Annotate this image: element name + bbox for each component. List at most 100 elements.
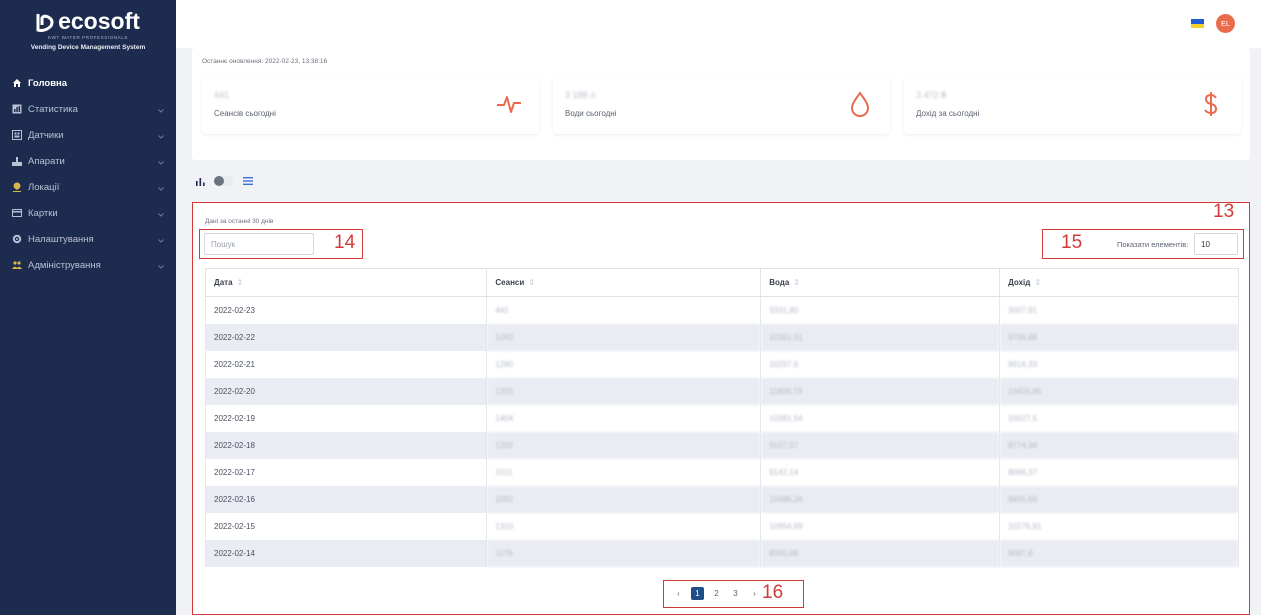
cell-date: 2022-02-15: [204, 512, 488, 540]
chevron-down-icon: [158, 105, 164, 116]
stat-value: 3 188 л: [565, 90, 596, 100]
table-row: 2022-02-17 1011 9142,14 8086,37: [204, 458, 1239, 486]
table-row: 2022-02-18 1202 9107,07 8774,34: [204, 431, 1239, 459]
sidebar-item-sensors[interactable]: Датчики: [0, 122, 176, 148]
cell-sessions: 1263: [486, 323, 762, 351]
cell-water: 10381,54: [760, 404, 1001, 432]
pagination-highlight: ‹ 1 2 3 › 16: [663, 580, 804, 608]
home-icon: [12, 78, 22, 88]
sidebar-item-label: Картки: [28, 207, 58, 219]
table-row: 2022-02-22 1263 10301,51 9756,88: [204, 323, 1239, 351]
stat-label: Сеансів сьогодні: [214, 109, 276, 118]
brand-tagline: KWT WATER PROFESSIONALS: [48, 35, 128, 40]
cell-date: 2022-02-16: [204, 485, 488, 513]
bar-chart-view-icon[interactable]: [196, 177, 205, 186]
chevron-down-icon: [158, 261, 164, 272]
search-input[interactable]: [204, 233, 314, 255]
gear-icon: [12, 234, 22, 244]
table-row: 2022-02-21 1280 10297,6 9916,33: [204, 350, 1239, 378]
sidebar-item-locations[interactable]: Локації: [0, 174, 176, 200]
stat-card-sessions: 441 Сеансів сьогодні: [202, 76, 539, 134]
column-header-sessions[interactable]: Сеанси ⇕: [486, 268, 762, 297]
top-bar: EL: [176, 0, 1261, 48]
data-table: Дата ⇕ Сеанси ⇕ Вода ⇕ Дохід ⇕ 2022-02-23 441…: [204, 268, 1239, 567]
cell-sessions: 1092: [486, 485, 762, 513]
sort-icon: ⇕: [793, 278, 801, 287]
cell-water: 10297,6: [760, 350, 1001, 378]
cell-water: 9142,14: [760, 458, 1001, 486]
ecosoft-logo: ecosoft: [0, 8, 176, 35]
cell-sessions: 1280: [486, 350, 762, 378]
cell-date: 2022-02-21: [204, 350, 488, 378]
pagination-page-2[interactable]: 2: [710, 587, 723, 600]
cell-income: 10027,5: [999, 404, 1239, 432]
sidebar-item-administration[interactable]: Адміністрування: [0, 252, 176, 278]
cell-income: 10415,85: [999, 377, 1239, 405]
cell-water: 11809,73: [760, 377, 1001, 405]
table-row: 2022-02-14 1176 8345,88 9087,8: [204, 539, 1239, 567]
brand-subtitle: Vending Device Management System: [30, 44, 146, 51]
stat-label: Дохід за сьогодні: [916, 109, 980, 118]
sidebar: ecosoft KWT WATER PROFESSIONALS Vending …: [0, 0, 176, 615]
chevron-down-icon: [158, 209, 164, 220]
sidebar-item-cards[interactable]: Картки: [0, 200, 176, 226]
cell-income: 10276,91: [999, 512, 1239, 540]
cell-income: 9916,33: [999, 350, 1239, 378]
sidebar-item-label: Датчики: [28, 129, 64, 141]
cell-income: 9087,8: [999, 539, 1239, 567]
user-avatar[interactable]: EL: [1216, 14, 1235, 33]
pagination: ‹ 1 2 3 ›: [672, 587, 761, 600]
last-update-text: Останнє оновлення: 2022-02-23, 13:38:16: [202, 58, 328, 65]
cell-income: 8774,34: [999, 431, 1239, 459]
search-highlight: 14: [199, 229, 363, 259]
sort-icon: ⇕: [236, 278, 244, 287]
sidebar-item-label: Головна: [28, 77, 68, 89]
stat-card-income: 3 472 ₴ Дохід за сьогодні: [904, 76, 1241, 134]
sidebar-item-statistics[interactable]: Статистика: [0, 96, 176, 122]
table-row: 2022-02-15 1310 10954,69 10276,91: [204, 512, 1239, 540]
table-row: 2022-02-20 1325 11809,73 10415,85: [204, 377, 1239, 405]
show-entries-label: Показати елементів:: [1117, 240, 1189, 249]
pagination-prev-button[interactable]: ‹: [672, 587, 685, 600]
pagination-next-button[interactable]: ›: [748, 587, 761, 600]
sidebar-item-settings[interactable]: Налаштування: [0, 226, 176, 252]
show-entries-select[interactable]: 10: [1194, 233, 1238, 255]
pagination-page-1[interactable]: 1: [691, 587, 704, 600]
chevron-down-icon: [158, 235, 164, 246]
column-header-water[interactable]: Вода ⇕: [760, 268, 1001, 297]
cell-date: 2022-02-17: [204, 458, 488, 486]
show-entries-highlight: 15 Показати елементів: 10: [1042, 229, 1244, 259]
machine-icon: [12, 156, 22, 166]
stat-card-water: 3 188 л Води сьогодні: [553, 76, 890, 134]
table-view-icon[interactable]: [243, 177, 253, 185]
table-row: 2022-02-23 441 3331,90 3007,91: [204, 296, 1239, 324]
sidebar-item-machines[interactable]: Апарати: [0, 148, 176, 174]
main-content: Останнє оновлення: 2022-02-23, 13:38:16 …: [176, 48, 1261, 615]
column-header-income[interactable]: Дохід ⇕: [999, 268, 1239, 297]
chart-icon: [12, 104, 22, 114]
table-row: 2022-02-19 1404 10381,54 10027,5: [204, 404, 1239, 432]
sidebar-item-home[interactable]: Головна: [0, 70, 176, 96]
cell-income: 9805,69: [999, 485, 1239, 513]
annotation-marker-15: 15: [1061, 232, 1083, 253]
table-row: 2022-02-16 1092 10486,24 9805,69: [204, 485, 1239, 513]
ukraine-flag-icon[interactable]: [1191, 19, 1204, 28]
cell-sessions: 1325: [486, 377, 762, 405]
table-caption: Дані за останні 30 днів: [205, 218, 274, 225]
cell-sessions: 1310: [486, 512, 762, 540]
cell-sessions: 1404: [486, 404, 762, 432]
cell-date: 2022-02-23: [204, 296, 488, 324]
ecosoft-logo-mark-icon: [36, 13, 54, 32]
sidebar-item-label: Налаштування: [28, 233, 94, 245]
pagination-page-3[interactable]: 3: [729, 587, 742, 600]
sidebar-item-label: Статистика: [28, 103, 78, 115]
users-icon: [12, 260, 22, 270]
view-toggle: [196, 176, 253, 186]
cell-date: 2022-02-22: [204, 323, 488, 351]
cell-sessions: 1176: [486, 539, 762, 567]
summary-section: Останнє оновлення: 2022-02-23, 13:38:16 …: [192, 48, 1250, 160]
cell-income: 9756,88: [999, 323, 1239, 351]
view-switch-toggle[interactable]: [214, 176, 234, 186]
brand[interactable]: ecosoft KWT WATER PROFESSIONALS Vending …: [0, 0, 176, 58]
column-header-date[interactable]: Дата ⇕: [204, 268, 488, 297]
